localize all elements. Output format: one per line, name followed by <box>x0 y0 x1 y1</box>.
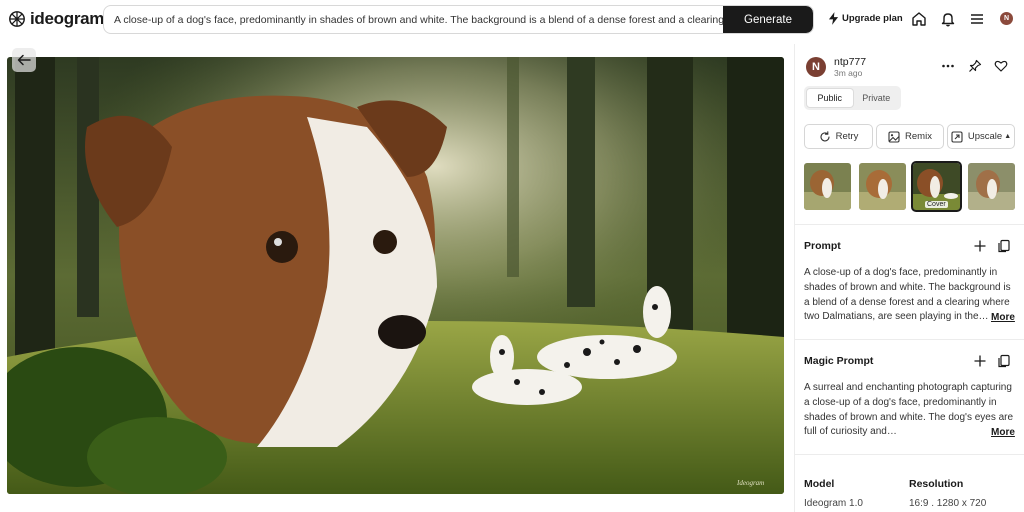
plus-icon[interactable] <box>973 239 987 253</box>
back-button[interactable] <box>12 48 36 72</box>
remix-icon <box>888 130 900 143</box>
logo-text: ideogram <box>30 9 105 28</box>
remix-label: Remix <box>905 131 932 142</box>
home-icon[interactable] <box>911 11 927 27</box>
account-avatar[interactable]: N <box>1000 12 1013 25</box>
cover-label: Cover <box>925 201 948 208</box>
upscale-button[interactable]: Upscale ▲ <box>947 124 1015 149</box>
image-signature: Ideogram <box>736 479 764 487</box>
post-time: 3m ago <box>834 68 863 78</box>
resolution-value: 16:9 . 1280 x 720 <box>909 498 987 509</box>
generate-button[interactable]: Generate <box>723 6 813 33</box>
thumbnail-4[interactable] <box>968 163 1015 210</box>
prompt-input[interactable] <box>104 6 726 33</box>
magic-prompt-text: A surreal and enchanting photograph capt… <box>804 382 1014 438</box>
divider <box>795 339 1024 340</box>
menu-icon[interactable] <box>969 11 985 27</box>
bell-icon[interactable] <box>940 11 956 27</box>
prompt-bar: Generate <box>103 5 814 34</box>
visibility-toggle: Public Private <box>804 86 901 110</box>
generated-image[interactable]: Ideogram <box>7 57 784 494</box>
upgrade-plan-label: Upgrade plan <box>842 13 903 24</box>
upscale-label: Upscale <box>967 131 1003 142</box>
remix-button[interactable]: Remix <box>876 124 944 149</box>
visibility-private[interactable]: Private <box>854 88 900 108</box>
more-options-icon[interactable] <box>941 59 955 73</box>
pin-icon[interactable] <box>968 59 982 73</box>
arrow-left-icon <box>17 54 31 66</box>
prompt-title: Prompt <box>804 240 841 252</box>
magic-prompt-actions <box>973 354 1021 368</box>
model-value: Ideogram 1.0 <box>804 498 863 509</box>
user-info[interactable]: N ntp777 3m ago <box>806 56 866 78</box>
divider <box>795 454 1024 455</box>
lock-icon: ▲ <box>1004 133 1012 140</box>
heart-icon[interactable] <box>994 59 1008 73</box>
thumbnail-image <box>859 163 906 210</box>
prompt-actions <box>973 239 1021 253</box>
plus-icon[interactable] <box>973 354 987 368</box>
retry-button[interactable]: Retry <box>804 124 873 149</box>
dog-forest-image: Ideogram <box>7 57 784 494</box>
thumbnail-image <box>804 163 851 210</box>
divider <box>795 224 1024 225</box>
visibility-public[interactable]: Public <box>806 88 854 108</box>
username[interactable]: ntp777 <box>834 56 866 68</box>
ideogram-logo-icon <box>9 11 25 27</box>
user-avatar[interactable]: N <box>806 57 826 77</box>
upgrade-plan-button[interactable]: Upgrade plan <box>828 12 903 25</box>
model-title: Model <box>804 478 835 490</box>
thumbnail-3[interactable]: Cover <box>911 161 962 212</box>
logo[interactable]: ideogram <box>8 9 104 29</box>
resolution-title: Resolution <box>909 478 964 490</box>
thumbnail-2[interactable] <box>859 163 906 210</box>
prompt-more-link[interactable]: More <box>991 312 1015 323</box>
retry-icon <box>820 130 830 141</box>
retry-label: Retry <box>835 131 859 142</box>
upscale-icon <box>951 130 963 143</box>
top-bar: ideogram Generate Upgrade plan N <box>0 0 1024 40</box>
copy-icon[interactable] <box>997 239 1011 253</box>
prompt-text: A close-up of a dog's face, predominantl… <box>804 267 1011 323</box>
details-panel: N ntp777 3m ago Public Private Retry Rem… <box>794 44 1024 512</box>
magic-prompt-more-link[interactable]: More <box>991 427 1015 438</box>
copy-icon[interactable] <box>997 354 1011 368</box>
thumbnail-1[interactable] <box>804 163 851 210</box>
bolt-icon <box>828 12 839 25</box>
magic-prompt-title: Magic Prompt <box>804 355 874 367</box>
thumbnail-image <box>968 163 1015 210</box>
